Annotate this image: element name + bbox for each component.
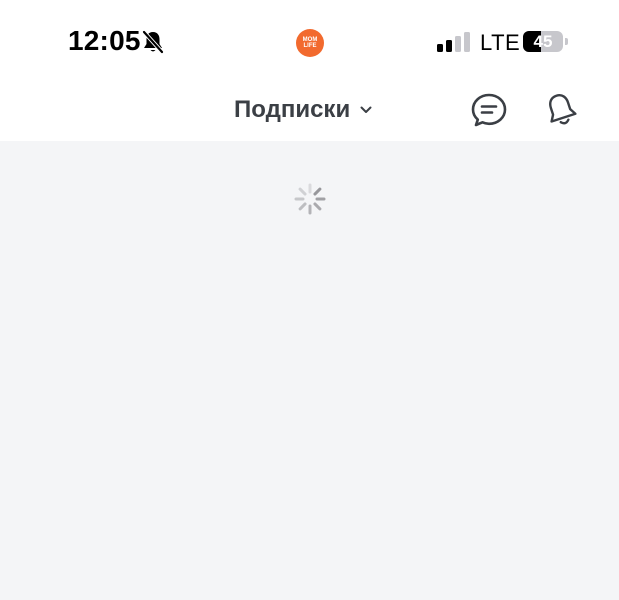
spinner-spoke <box>298 202 307 211</box>
battery-icon: 45 <box>523 31 568 52</box>
signal-icon <box>437 32 470 52</box>
app-screen: 12:05 MOM LIFE LTE 45 Подписки <box>0 0 619 600</box>
spinner-spoke <box>313 202 322 211</box>
feed-selector-label: Подписки <box>234 96 351 123</box>
feed-selector-dropdown[interactable]: Подписки <box>234 94 372 126</box>
status-time: 12:05 <box>68 25 141 56</box>
logo-line-2: LIFE <box>303 43 317 49</box>
network-type: LTE <box>480 30 521 55</box>
app-logo: MOM LIFE <box>296 29 324 57</box>
feed-content <box>0 141 619 600</box>
battery-cap <box>565 38 568 45</box>
chat-icon[interactable] <box>470 92 508 128</box>
battery-body: 45 <box>523 31 563 52</box>
top-header: Подписки <box>0 84 619 141</box>
battery-level: 45 <box>533 32 553 51</box>
status-bar: 12:05 MOM LIFE LTE 45 <box>0 0 619 84</box>
spinner-spoke <box>298 187 307 196</box>
spinner-spoke <box>313 187 322 196</box>
loading-spinner-icon <box>294 183 326 215</box>
chevron-down-icon <box>360 106 372 113</box>
bell-icon[interactable] <box>543 91 579 129</box>
bell-slash-icon <box>142 30 164 54</box>
